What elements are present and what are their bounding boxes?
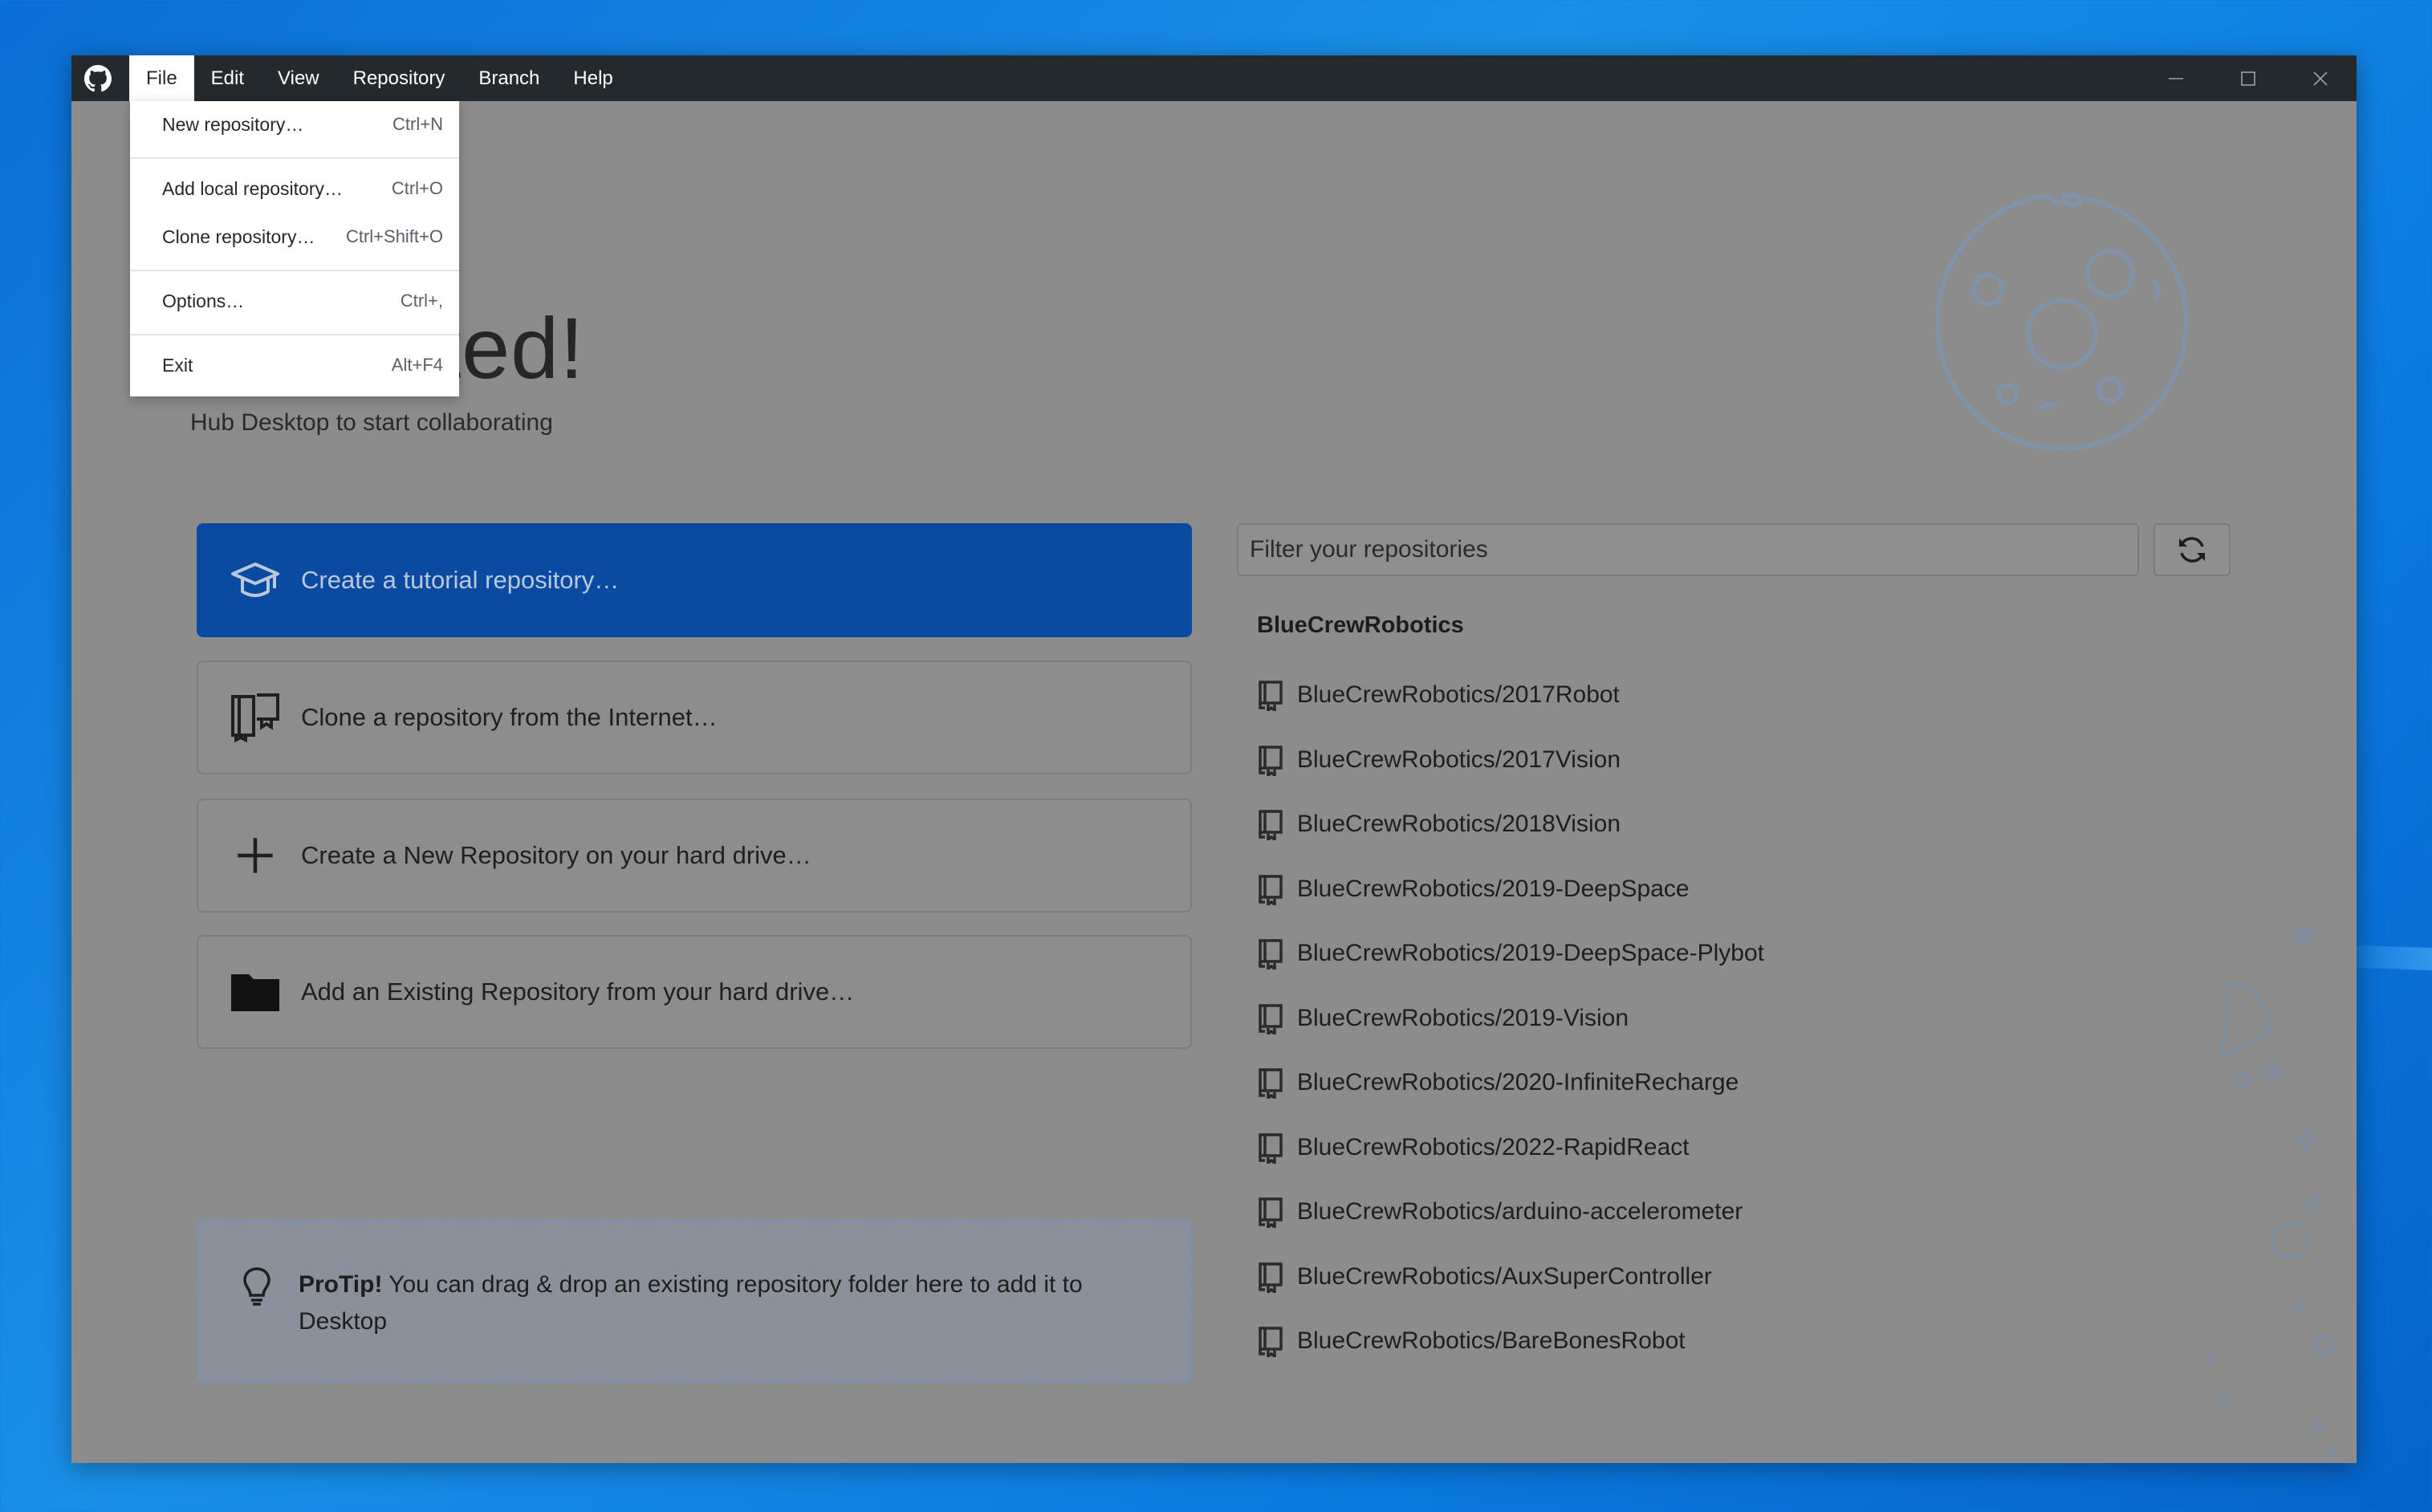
graduation-cap-icon [231, 563, 279, 597]
menu-exit[interactable]: Exit Alt+F4 [130, 342, 459, 388]
menu-edit[interactable]: Edit [194, 55, 261, 101]
maximize-button[interactable] [2212, 55, 2284, 101]
repository-list: BlueCrewRobotics/2017Robot BlueCrewRobot… [1257, 663, 1764, 1374]
repo-icon [1259, 875, 1283, 905]
repository-name: BlueCrewRobotics/2019-Vision [1297, 1004, 1629, 1031]
folder-icon [231, 974, 279, 1011]
window-controls [2140, 55, 2357, 101]
menu-item-label: Exit [162, 354, 193, 376]
menu-item-shortcut: Alt+F4 [391, 355, 443, 375]
repository-group-title: BlueCrewRobotics [1257, 612, 1464, 638]
title-bar: File Edit View Repository Branch Help [71, 55, 2357, 101]
lightbulb-icon [243, 1267, 270, 1306]
create-tutorial-button[interactable]: Create a tutorial repository… [197, 523, 1192, 637]
menu-item-shortcut: Ctrl+O [391, 178, 443, 198]
create-tutorial-label: Create a tutorial repository… [301, 566, 620, 594]
menu-bar: File Edit View Repository Branch Help [129, 55, 630, 101]
repository-name: BlueCrewRobotics/2020-InfiniteRecharge [1297, 1069, 1739, 1096]
repository-name: BlueCrewRobotics/BareBonesRobot [1297, 1327, 1686, 1355]
menu-clone-repository[interactable]: Clone repository… Ctrl+Shift+O [130, 213, 459, 260]
clone-repository-label: Clone a repository from the Internet… [301, 703, 718, 731]
repository-name: BlueCrewRobotics/2017Vision [1297, 746, 1621, 773]
repo-icon [1259, 746, 1283, 776]
repository-list-item[interactable]: BlueCrewRobotics/AuxSuperController [1257, 1245, 1764, 1310]
menu-item-label: Add local repository… [162, 177, 343, 199]
repository-name: BlueCrewRobotics/2018Vision [1297, 811, 1621, 838]
repo-icon [1259, 1068, 1283, 1099]
repository-name: BlueCrewRobotics/2019-DeepSpace-Plybot [1297, 940, 1764, 967]
create-new-repository-label: Create a New Repository on your hard dri… [301, 841, 811, 869]
repo-icon [1259, 1197, 1283, 1229]
menu-separator [130, 270, 459, 271]
repository-list-item[interactable]: BlueCrewRobotics/arduino-accelerometer [1257, 1180, 1764, 1245]
repo-icon [1259, 810, 1283, 841]
plus-icon [238, 838, 273, 873]
menu-add-local-repository[interactable]: Add local repository… Ctrl+O [130, 165, 459, 212]
menu-new-repository[interactable]: New repository… Ctrl+N [130, 101, 459, 148]
close-button[interactable] [2284, 55, 2357, 101]
refresh-repositories-button[interactable] [2153, 523, 2231, 576]
repo-icon [1259, 681, 1283, 712]
refresh-icon [2179, 537, 2205, 563]
repo-icon [1259, 1004, 1283, 1034]
menu-item-label: Clone repository… [162, 226, 315, 247]
repo-icon [1259, 939, 1283, 970]
repository-name: BlueCrewRobotics/2019-DeepSpace [1297, 875, 1690, 902]
add-existing-repository-label: Add an Existing Repository from your har… [301, 978, 855, 1006]
menu-file[interactable]: File [129, 55, 194, 101]
protip-label: ProTip! [299, 1271, 383, 1298]
repository-name: BlueCrewRobotics/2022-RapidReact [1297, 1133, 1690, 1160]
file-menu-dropdown: New repository… Ctrl+N Add local reposit… [130, 101, 459, 396]
repository-list-item[interactable]: BlueCrewRobotics/2022-RapidReact [1257, 1116, 1764, 1181]
menu-item-shortcut: Ctrl+Shift+O [345, 226, 443, 246]
repository-list-item[interactable]: BlueCrewRobotics/2018Vision [1257, 792, 1764, 857]
menu-branch[interactable]: Branch [462, 55, 556, 101]
add-existing-repository-button[interactable]: Add an Existing Repository from your har… [197, 935, 1192, 1049]
protip-drop-zone[interactable]: ProTip! You can drag & drop an existing … [197, 1219, 1192, 1383]
repository-list-item[interactable]: BlueCrewRobotics/2019-Vision [1257, 986, 1764, 1051]
minimize-button[interactable] [2140, 55, 2212, 101]
repository-list-item[interactable]: BlueCrewRobotics/2019-DeepSpace [1257, 857, 1764, 922]
repository-name: BlueCrewRobotics/2017Robot [1297, 681, 1620, 709]
menu-help[interactable]: Help [556, 55, 629, 101]
protip-text: ProTip! You can drag & drop an existing … [299, 1266, 1141, 1340]
repository-list-item[interactable]: BlueCrewRobotics/2020-InfiniteRecharge [1257, 1051, 1764, 1116]
menu-item-label: New repository… [162, 113, 304, 135]
menu-item-shortcut: Ctrl+, [400, 291, 443, 311]
maximize-icon [2241, 71, 2255, 86]
repository-list-item[interactable]: BlueCrewRobotics/2017Robot [1257, 663, 1764, 728]
clone-book-icon [231, 693, 279, 743]
menu-view[interactable]: View [261, 55, 336, 101]
menu-separator [130, 334, 459, 335]
menu-repository[interactable]: Repository [336, 55, 462, 101]
create-new-repository-button[interactable]: Create a New Repository on your hard dri… [197, 799, 1192, 912]
menu-item-shortcut: Ctrl+N [392, 114, 443, 134]
repository-list-item[interactable]: BlueCrewRobotics/2019-DeepSpace-Plybot [1257, 921, 1764, 986]
repo-icon [1259, 1262, 1283, 1293]
github-logo-icon [84, 65, 112, 92]
repo-icon [1259, 1327, 1283, 1358]
repository-name: BlueCrewRobotics/arduino-accelerometer [1297, 1198, 1743, 1225]
close-icon [2313, 71, 2328, 86]
page-subtitle: Hub Desktop to start collaborating [190, 409, 553, 436]
repository-list-item[interactable]: BlueCrewRobotics/2017Vision [1257, 728, 1764, 793]
minimize-icon [2169, 77, 2183, 79]
filter-repositories-input[interactable]: Filter your repositories [1237, 523, 2139, 576]
github-desktop-window: File Edit View Repository Branch Help et… [71, 55, 2357, 1463]
menu-item-label: Options… [162, 290, 245, 311]
repository-list-item[interactable]: BlueCrewRobotics/BareBonesRobot [1257, 1309, 1764, 1374]
menu-options[interactable]: Options… Ctrl+, [130, 278, 459, 324]
repository-name: BlueCrewRobotics/AuxSuperController [1297, 1262, 1712, 1290]
clone-repository-button[interactable]: Clone a repository from the Internet… [197, 660, 1192, 774]
menu-separator [130, 157, 459, 159]
space-doodles-illustration [2206, 925, 2336, 1459]
protip-message: You can drag & drop an existing reposito… [299, 1271, 1083, 1335]
repo-icon [1259, 1133, 1283, 1164]
moon-illustration [1934, 193, 2190, 452]
